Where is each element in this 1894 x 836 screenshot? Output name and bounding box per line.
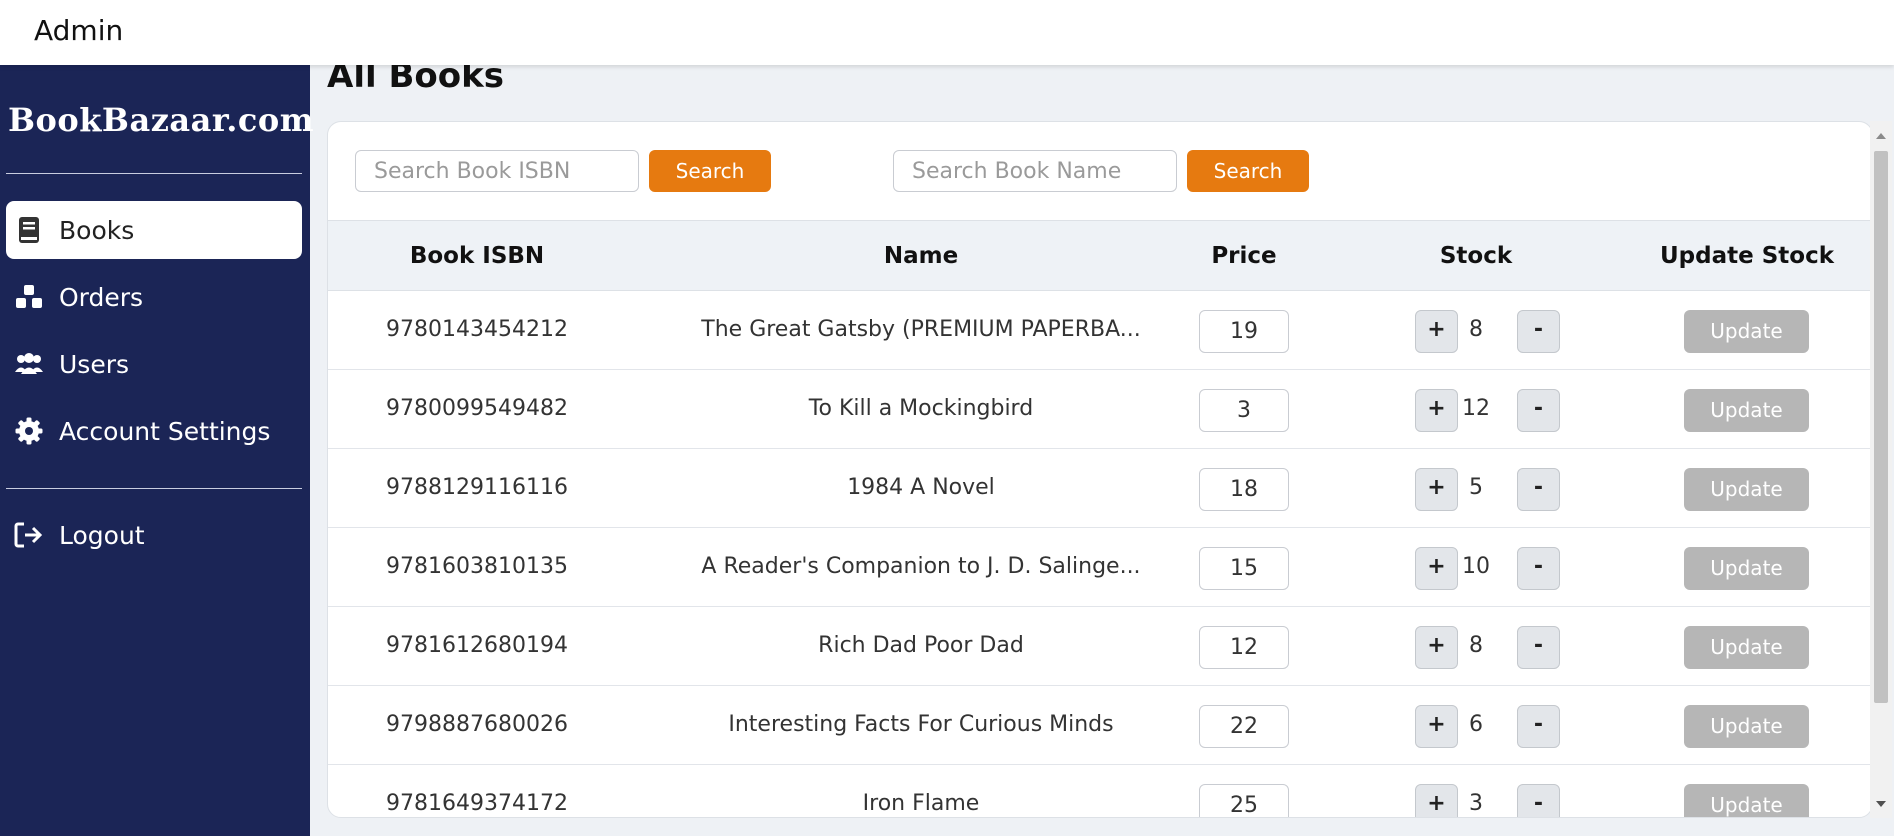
- table-row: 9788129116116 1984 A Novel 18 +5- Update: [328, 449, 1872, 528]
- search-name-button[interactable]: Search: [1187, 150, 1309, 192]
- price-input[interactable]: 25: [1199, 784, 1289, 817]
- name-cell: 1984 A Novel: [847, 475, 995, 500]
- top-bar: Admin: [0, 0, 1894, 65]
- table-row: 9780143454212 The Great Gatsby (PREMIUM P…: [328, 291, 1872, 370]
- logout-icon: [14, 520, 44, 550]
- search-isbn-button[interactable]: Search: [649, 150, 771, 192]
- sidebar-item-books[interactable]: Books: [6, 201, 302, 259]
- update-button[interactable]: Update: [1684, 784, 1809, 817]
- update-button[interactable]: Update: [1684, 626, 1809, 669]
- search-name-input[interactable]: [893, 150, 1177, 192]
- sidebar-item-orders[interactable]: Orders: [6, 268, 302, 326]
- name-cell: Interesting Facts For Curious Minds: [728, 712, 1114, 737]
- stock-decrement-button[interactable]: -: [1517, 310, 1560, 353]
- sidebar-item-account-settings[interactable]: Account Settings: [6, 402, 302, 460]
- sidebar-divider: [6, 173, 302, 174]
- logout-button[interactable]: Logout: [6, 506, 302, 564]
- column-header-price: Price: [1211, 243, 1277, 269]
- update-button[interactable]: Update: [1684, 547, 1809, 590]
- stock-decrement-button[interactable]: -: [1517, 547, 1560, 590]
- update-button[interactable]: Update: [1684, 389, 1809, 432]
- price-input[interactable]: 22: [1199, 705, 1289, 748]
- sidebar-item-label: Account Settings: [59, 416, 271, 446]
- table-row: 9780099549482 To Kill a Mockingbird 3 +12- U…: [328, 370, 1872, 449]
- users-icon: [14, 349, 44, 379]
- column-header-update-stock: Update Stock: [1659, 243, 1835, 269]
- logout-label: Logout: [59, 520, 145, 550]
- scrollbar[interactable]: [1870, 121, 1892, 818]
- name-cell: The Great Gatsby (PREMIUM PAPERBA...: [701, 317, 1141, 342]
- book-icon: [14, 215, 44, 245]
- isbn-cell: 9781649374172: [386, 791, 568, 816]
- name-cell: Rich Dad Poor Dad: [818, 633, 1024, 658]
- stock-decrement-button[interactable]: -: [1517, 389, 1560, 432]
- search-isbn-input[interactable]: [355, 150, 639, 192]
- isbn-cell: 9781612680194: [386, 633, 568, 658]
- stock-value: 6: [1469, 712, 1483, 737]
- table-row: 9798887680026 Interesting Facts For Curio…: [328, 686, 1872, 765]
- stock-decrement-button[interactable]: -: [1517, 784, 1560, 817]
- sidebar-item-users[interactable]: Users: [6, 335, 302, 393]
- sidebar: BookBazaar.com Books Orders Users Accoun…: [0, 65, 314, 836]
- books-panel: Search Search Book ISBN Name Price Stock…: [327, 121, 1873, 818]
- table-row: 9781649374172 Iron Flame 25 +3- Update: [328, 765, 1872, 817]
- update-button[interactable]: Update: [1684, 468, 1809, 511]
- table-header: Book ISBN Name Price Stock Update Stock: [328, 220, 1872, 291]
- column-header-isbn: Book ISBN: [409, 243, 545, 269]
- isbn-cell: 9780099549482: [386, 396, 568, 421]
- name-cell: To Kill a Mockingbird: [808, 396, 1034, 421]
- scroll-up-arrow[interactable]: [1876, 133, 1886, 139]
- sidebar-divider: [6, 488, 302, 489]
- column-header-stock: Stock: [1439, 243, 1513, 269]
- price-input[interactable]: 12: [1199, 626, 1289, 669]
- price-input[interactable]: 3: [1199, 389, 1289, 432]
- stock-decrement-button[interactable]: -: [1517, 468, 1560, 511]
- price-input[interactable]: 15: [1199, 547, 1289, 590]
- isbn-cell: 9781603810135: [386, 554, 568, 579]
- update-button[interactable]: Update: [1684, 705, 1809, 748]
- table-row: 9781612680194 Rich Dad Poor Dad 12 +8- Updat…: [328, 607, 1872, 686]
- isbn-cell: 9788129116116: [386, 475, 568, 500]
- sidebar-item-label: Users: [59, 349, 130, 379]
- name-cell: A Reader's Companion to J. D. Salinge...: [701, 554, 1141, 579]
- stock-value: 8: [1469, 633, 1483, 658]
- price-input[interactable]: 18: [1199, 468, 1289, 511]
- update-button[interactable]: Update: [1684, 310, 1809, 353]
- column-header-name: Name: [883, 243, 959, 269]
- isbn-cell: 9798887680026: [386, 712, 568, 737]
- price-input[interactable]: 19: [1199, 310, 1289, 353]
- stock-value: 8: [1469, 317, 1483, 342]
- sidebar-item-label: Books: [59, 215, 135, 245]
- scroll-thumb[interactable]: [1874, 151, 1888, 703]
- stock-value: 3: [1469, 791, 1483, 816]
- stock-value: 12: [1462, 396, 1490, 421]
- stock-value: 5: [1469, 475, 1483, 500]
- orders-icon: [14, 282, 44, 312]
- scroll-down-arrow[interactable]: [1876, 801, 1886, 807]
- gear-icon: [14, 416, 44, 446]
- stock-value: 10: [1462, 554, 1490, 579]
- table-row: 9781603810135 A Reader's Companion to J. …: [328, 528, 1872, 607]
- brand-logo[interactable]: BookBazaar.com: [8, 101, 314, 139]
- name-cell: Iron Flame: [862, 791, 980, 816]
- isbn-cell: 9780143454212: [386, 317, 568, 342]
- stock-decrement-button[interactable]: -: [1517, 626, 1560, 669]
- sidebar-item-label: Orders: [59, 282, 144, 312]
- stock-decrement-button[interactable]: -: [1517, 705, 1560, 748]
- header-title: Admin: [34, 14, 124, 47]
